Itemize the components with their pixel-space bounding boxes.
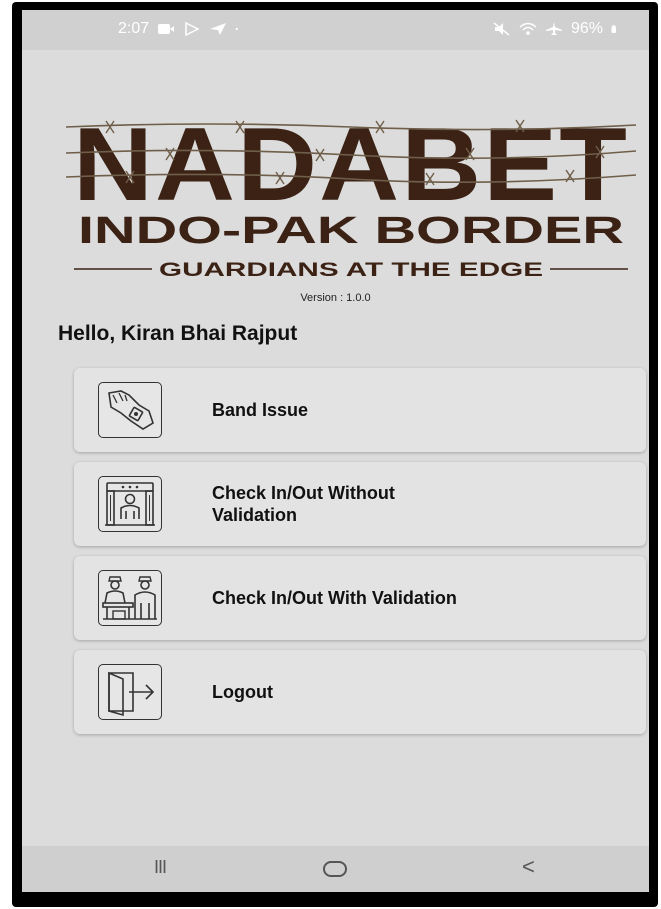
home-icon <box>323 861 347 877</box>
logout-label: Logout <box>212 682 273 702</box>
label-line-1: Check In/Out Without <box>212 483 395 503</box>
nadabet-logo: NADABET INDO-PAK BORDER GUARDIANS AT THE… <box>65 105 637 285</box>
mute-icon <box>493 22 510 36</box>
airplane-icon <box>545 22 562 35</box>
recents-button[interactable]: III <box>154 857 167 878</box>
wifi-icon <box>519 22 537 35</box>
phone-frame: 2:07 96% NADABET INDO-PAK BORDER GUARDIA… <box>12 2 658 907</box>
metal-detector-gate-icon <box>98 476 162 532</box>
wristband-icon <box>98 382 162 438</box>
app-screen: 2:07 96% NADABET INDO-PAK BORDER GUARDIA… <box>22 10 649 892</box>
send-icon <box>210 23 227 35</box>
back-button[interactable]: < <box>522 854 535 880</box>
dot-icon <box>235 27 239 31</box>
version-label: Version : 1.0.0 <box>300 292 371 304</box>
greeting-text: Hello, Kiran Bhai Rajput <box>58 322 298 345</box>
band-issue-label: Band Issue <box>212 400 309 420</box>
security-officers-icon <box>98 570 162 626</box>
check-in-out-with-validation-button[interactable]: Check In/Out With Validation <box>74 556 646 640</box>
check-in-out-without-validation-button[interactable]: Check In/Out Without Validation <box>74 462 646 546</box>
logout-button[interactable]: Logout <box>74 650 646 734</box>
logo-tagline: GUARDIANS AT THE EDGE <box>159 260 543 281</box>
navigation-bar: III < <box>22 846 649 892</box>
status-time: 2:07 <box>118 20 150 37</box>
check-in-out-with-validation-label: Check In/Out With Validation <box>212 588 457 608</box>
label-line-2: Validation <box>212 505 298 525</box>
battery-percent: 96% <box>570 20 603 37</box>
logout-door-icon <box>98 664 162 720</box>
battery-icon <box>611 25 616 33</box>
home-button[interactable] <box>322 858 348 884</box>
play-store-icon <box>185 22 200 36</box>
band-issue-button[interactable]: Band Issue <box>74 368 646 452</box>
video-icon <box>158 24 175 34</box>
logo-subtitle: INDO-PAK BORDER <box>78 210 624 252</box>
status-bar: 2:07 96% <box>22 10 649 50</box>
check-in-out-without-validation-label: Check In/Out Without Validation <box>212 482 395 526</box>
